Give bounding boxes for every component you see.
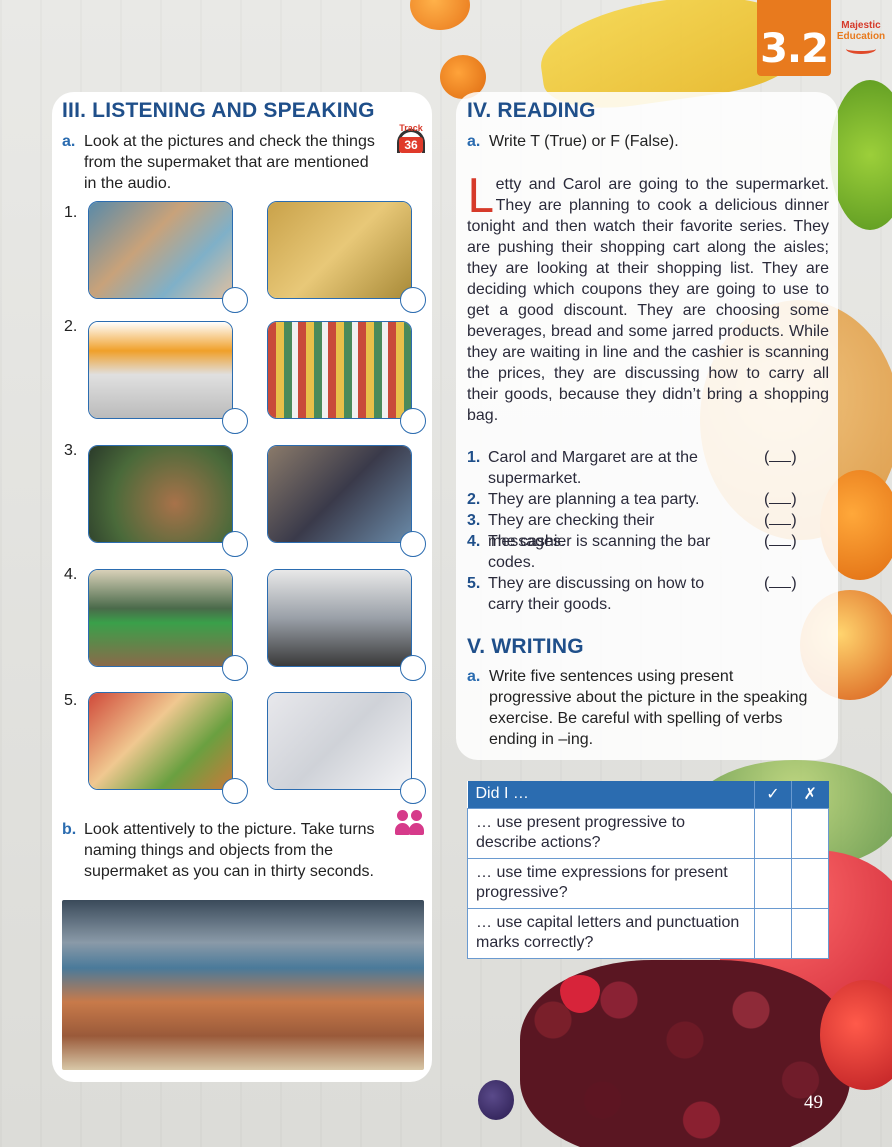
table-row: … use capital letters and punctuation ma… bbox=[467, 907, 829, 959]
task-letter: b. bbox=[62, 821, 77, 838]
row-number: 5. bbox=[64, 692, 78, 709]
self-check-table: Did I … ✓ ✗ … use present progressive to… bbox=[467, 781, 829, 959]
unit-badge: 3.2 bbox=[757, 0, 831, 76]
yes-cell[interactable] bbox=[754, 857, 792, 909]
reading-task-a: a. Write T (True) or F (False). bbox=[467, 131, 817, 152]
check-circle[interactable] bbox=[400, 287, 426, 313]
check-circle[interactable] bbox=[222, 778, 248, 804]
picture-self-checkout bbox=[267, 569, 412, 667]
statement-text: Carol and Margaret are at the supermarke… bbox=[488, 449, 698, 487]
orange-decoration bbox=[410, 0, 470, 30]
task-letter: a. bbox=[62, 133, 76, 150]
picture-supermarket-aisle bbox=[267, 321, 412, 419]
brand-line1: Majestic bbox=[841, 20, 881, 31]
picture-scale-oranges bbox=[88, 321, 233, 419]
statement-number: 3. bbox=[467, 512, 481, 529]
unit-number: 3.2 bbox=[760, 26, 829, 72]
brand-line2: Education bbox=[836, 31, 886, 42]
check-circle[interactable] bbox=[222, 531, 248, 557]
statement-number: 5. bbox=[467, 575, 481, 592]
bird-icon bbox=[846, 44, 876, 54]
audio-track-icon[interactable]: Track 36 bbox=[395, 123, 427, 157]
yes-cell[interactable] bbox=[754, 807, 792, 859]
task-text: Write five sentences using present progr… bbox=[489, 668, 808, 748]
statement-item: 5. They are discussing on how to carry t… bbox=[467, 573, 829, 615]
track-label: Track bbox=[399, 123, 423, 133]
table-header: Did I … bbox=[467, 781, 755, 808]
reading-passage: Letty and Carol are going to the superma… bbox=[467, 169, 829, 426]
answer-blank[interactable]: () bbox=[764, 489, 797, 510]
row-number: 4. bbox=[64, 566, 78, 583]
check-circle[interactable] bbox=[222, 287, 248, 313]
no-cell[interactable] bbox=[791, 807, 829, 859]
table-row: … use time expressions for present progr… bbox=[467, 857, 829, 909]
answer-blank[interactable]: () bbox=[764, 510, 797, 531]
row-number: 2. bbox=[64, 318, 78, 335]
yes-cell[interactable] bbox=[754, 907, 792, 959]
no-column-icon: ✗ bbox=[791, 781, 829, 808]
page-number: 49 bbox=[804, 1092, 823, 1113]
task-text: Look at the pictures and check the thing… bbox=[84, 133, 375, 192]
passage-text: etty and Carol are going to the supermar… bbox=[467, 176, 829, 424]
answer-blank[interactable]: () bbox=[764, 573, 797, 594]
task-text: Write T (True) or F (False). bbox=[489, 133, 679, 150]
no-cell[interactable] bbox=[791, 857, 829, 909]
statement-text: They are planning a tea party. bbox=[488, 491, 700, 508]
answer-blank[interactable]: () bbox=[764, 531, 797, 552]
task-letter: a. bbox=[467, 133, 481, 150]
listening-task-a: a. Look at the pictures and check the th… bbox=[62, 131, 382, 194]
fruit-decoration bbox=[830, 80, 892, 230]
task-text: Look attentively to the picture. Take tu… bbox=[84, 821, 375, 880]
listening-task-b: b. Look attentively to the picture. Take… bbox=[62, 819, 394, 882]
no-cell[interactable] bbox=[791, 907, 829, 959]
check-circle[interactable] bbox=[400, 408, 426, 434]
picture-paper-bag bbox=[88, 445, 233, 543]
reading-title: IV. READING bbox=[467, 99, 596, 122]
picture-shopper-phone bbox=[88, 201, 233, 299]
writing-task-a: a. Write five sentences using present pr… bbox=[467, 666, 817, 750]
statement-text: The cashier is scanning the bar codes. bbox=[488, 533, 711, 571]
statement-number: 4. bbox=[467, 533, 481, 550]
brand-logo: Majestic Education bbox=[832, 20, 890, 60]
table-row: … use present progressive to describe ac… bbox=[467, 807, 829, 859]
listening-title: III. LISTENING AND SPEAKING bbox=[62, 99, 375, 122]
check-circle[interactable] bbox=[222, 408, 248, 434]
checklist-item: … use present progressive to describe ac… bbox=[467, 807, 755, 859]
picture-checkout-lanes bbox=[88, 569, 233, 667]
statement-item: 4. The cashier is scanning the bar codes… bbox=[467, 531, 829, 573]
yes-column-icon: ✓ bbox=[754, 781, 792, 808]
check-circle[interactable] bbox=[400, 531, 426, 557]
checklist-item: … use capital letters and punctuation ma… bbox=[467, 907, 755, 959]
check-circle[interactable] bbox=[400, 778, 426, 804]
writing-title: V. WRITING bbox=[467, 635, 584, 658]
picture-shopping-basket bbox=[267, 445, 412, 543]
statement-item: 2. They are planning a tea party. () bbox=[467, 489, 829, 510]
table-header-row: Did I … ✓ ✗ bbox=[467, 781, 829, 808]
picture-barcode-scanner bbox=[267, 692, 412, 790]
drop-cap: L bbox=[467, 169, 493, 223]
check-circle[interactable] bbox=[222, 655, 248, 681]
statement-number: 2. bbox=[467, 491, 481, 508]
check-circle[interactable] bbox=[400, 655, 426, 681]
plum-decoration bbox=[478, 1080, 514, 1120]
answer-blank[interactable]: () bbox=[764, 447, 797, 468]
picture-supermarket-checkout bbox=[62, 900, 424, 1070]
pair-work-icon bbox=[394, 810, 426, 838]
picture-shopping-list bbox=[267, 201, 412, 299]
statement-item: 1. Carol and Margaret are at the superma… bbox=[467, 447, 829, 489]
track-number: 36 bbox=[399, 137, 423, 153]
statement-number: 1. bbox=[467, 449, 481, 466]
row-number: 3. bbox=[64, 442, 78, 459]
task-letter: a. bbox=[467, 668, 481, 685]
picture-shop-assistant bbox=[88, 692, 233, 790]
row-number: 1. bbox=[64, 204, 78, 221]
checklist-item: … use time expressions for present progr… bbox=[467, 857, 755, 909]
statement-text: They are discussing on how to carry thei… bbox=[488, 575, 705, 613]
